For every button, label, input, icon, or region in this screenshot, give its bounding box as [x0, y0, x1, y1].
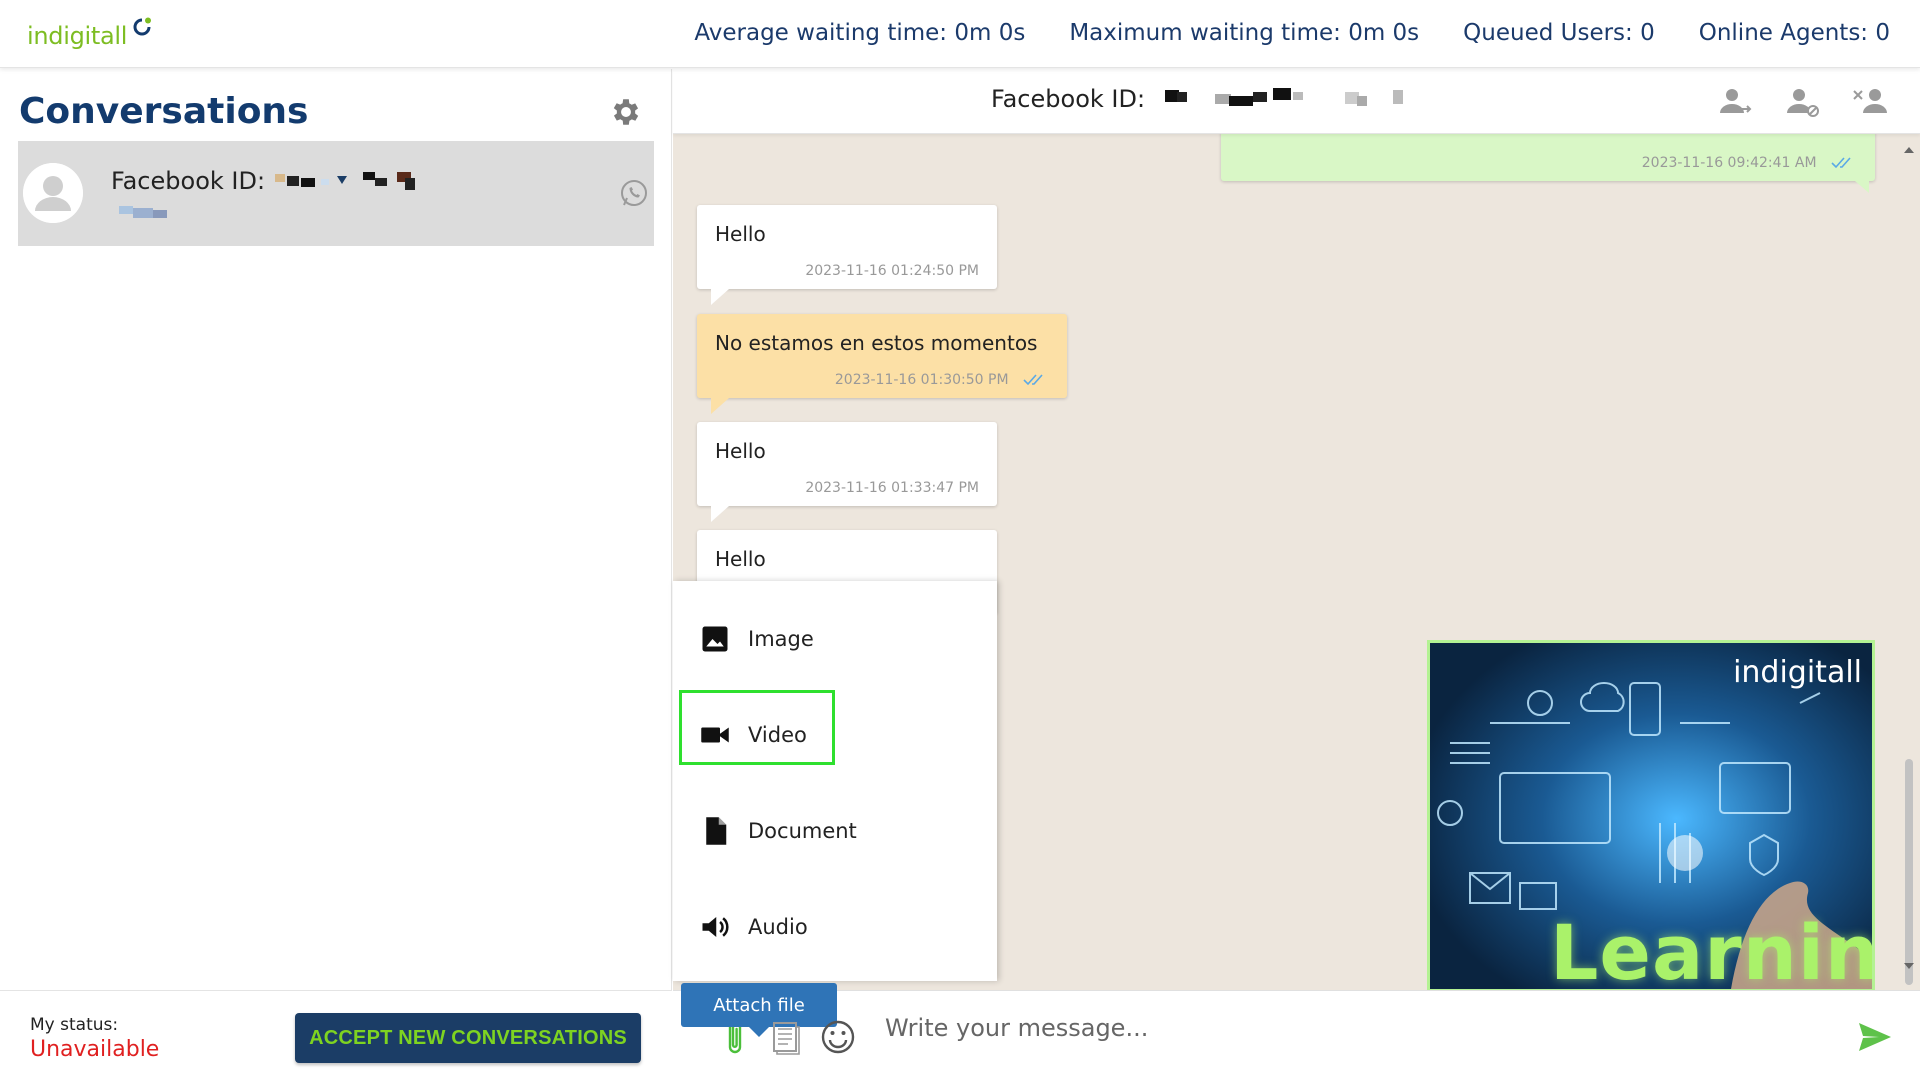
attach-video-label: Video — [748, 723, 807, 747]
whatsapp-icon — [621, 180, 647, 206]
auto-reply-message: No estamos en estos momentos 2023-11-16 … — [697, 314, 1067, 414]
indigitall-logo-icon — [133, 17, 152, 36]
redacted-id-image — [274, 172, 415, 190]
chat-scrollbar-thumb[interactable] — [1905, 759, 1913, 985]
attach-button[interactable]: Attach file — [681, 983, 837, 1061]
conversations-panel: Conversations Facebook ID: — [0, 69, 672, 990]
online-agents-label: Online Agents: — [1698, 20, 1869, 46]
read-checks-icon — [1831, 157, 1851, 169]
image-learning-text: Learning — [1550, 908, 1875, 992]
conversation-item[interactable]: Facebook ID: — [18, 141, 654, 246]
status-bar: My status: Unavailable ACCEPT NEW CONVER… — [0, 990, 672, 1080]
my-status-label: My status: — [30, 1015, 119, 1035]
message-text: Hello — [715, 439, 766, 463]
incoming-message: Hello 2023-11-16 01:24:50 PM — [697, 205, 997, 305]
document-icon — [706, 817, 727, 845]
avatar — [23, 163, 83, 223]
message-input[interactable] — [885, 1005, 1805, 1051]
top-bar: indigitall Average waiting time: 0m 0s M… — [0, 0, 1920, 68]
image-icon — [702, 626, 728, 652]
attach-tooltip: Attach file — [681, 983, 837, 1037]
attach-audio-item[interactable]: Audio — [700, 907, 808, 947]
maximum-waiting-time: Maximum waiting time: 0m 0s — [1069, 20, 1419, 46]
templates-icon[interactable] — [766, 1017, 806, 1057]
average-waiting-time-value: 0m 0s — [954, 20, 1026, 46]
queued-users: Queued Users: 0 — [1463, 20, 1655, 46]
emoji-icon[interactable] — [818, 1017, 858, 1057]
read-checks-icon — [1023, 374, 1043, 386]
chat-panel: Facebook ID: 2023-11-16 09:42:41 AM Hell… — [673, 69, 1920, 1080]
message-time: 2023-11-16 01:33:47 PM — [805, 480, 979, 496]
queue-stats: Average waiting time: 0m 0s Maximum wait… — [694, 20, 1890, 46]
average-waiting-time-label: Average waiting time: — [694, 20, 948, 46]
user-avatar-icon — [23, 163, 83, 223]
redacted-id-image — [1164, 88, 1403, 106]
brand-name: indigitall — [27, 22, 128, 50]
chat-header: Facebook ID: — [673, 69, 1920, 134]
message-text: No estamos en estos momentos — [715, 331, 1038, 355]
maximum-waiting-time-label: Maximum waiting time: — [1069, 20, 1341, 46]
online-agents-value: 0 — [1875, 20, 1890, 46]
brand-logo[interactable]: indigitall — [27, 16, 153, 50]
attach-audio-label: Audio — [748, 915, 808, 939]
my-status-value[interactable]: Unavailable — [30, 1037, 159, 1062]
audio-icon — [702, 917, 729, 937]
close-conversation-icon[interactable] — [1851, 83, 1889, 121]
average-waiting-time: Average waiting time: 0m 0s — [694, 20, 1025, 46]
compose-bar: Attach file — [673, 983, 1920, 1080]
message-time: 2023-11-16 09:42:41 AM — [1642, 155, 1857, 171]
queued-users-value: 0 — [1640, 20, 1655, 46]
video-icon — [701, 727, 729, 743]
message-text: Hello — [715, 547, 766, 571]
transfer-user-icon[interactable] — [1716, 83, 1754, 121]
queued-users-label: Queued Users: — [1463, 20, 1633, 46]
scroll-up-arrow-icon[interactable] — [1902, 143, 1916, 157]
message-time: 2023-11-16 01:30:50 PM — [835, 372, 1049, 388]
chat-title-label: Facebook ID: — [991, 85, 1146, 113]
block-user-icon[interactable] — [1783, 83, 1821, 121]
attach-document-item[interactable]: Document — [700, 811, 857, 851]
attach-image-label: Image — [748, 627, 814, 651]
attach-video-item[interactable]: Video — [700, 715, 807, 755]
maximum-waiting-time-value: 0m 0s — [1348, 20, 1420, 46]
image-brand-text: indigitall — [1733, 655, 1862, 690]
attach-menu: Image Video Document Audio — [673, 581, 997, 981]
message-time: 2023-11-16 01:24:50 PM — [805, 263, 979, 279]
chat-title: Facebook ID: — [991, 85, 1423, 114]
conversation-name-label: Facebook ID: — [111, 167, 266, 195]
message-text: Hello — [715, 222, 766, 246]
scroll-down-arrow-icon[interactable] — [1902, 959, 1916, 973]
online-agents: Online Agents: 0 — [1699, 20, 1890, 46]
gear-icon[interactable] — [609, 95, 643, 129]
attach-document-label: Document — [748, 819, 857, 843]
accept-new-conversations-button[interactable]: ACCEPT NEW CONVERSATIONS — [295, 1013, 641, 1063]
attach-image-item[interactable]: Image — [700, 619, 814, 659]
conversation-name: Facebook ID: — [111, 167, 433, 225]
incoming-message: Hello 2023-11-16 01:33:47 PM — [697, 422, 997, 522]
conversations-title: Conversations — [19, 91, 309, 132]
send-icon[interactable] — [1855, 1017, 1895, 1057]
redacted-id-image-2 — [119, 206, 167, 218]
image-message[interactable]: indigitall Learning — [1427, 640, 1875, 992]
